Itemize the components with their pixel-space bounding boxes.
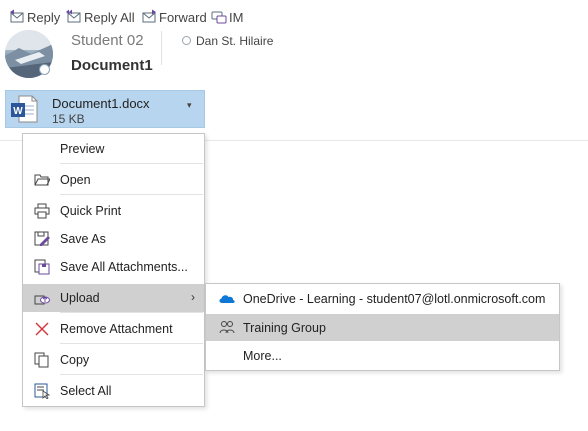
open-folder-icon bbox=[34, 174, 50, 186]
reading-toolbar: Reply Reply All Forward IM bbox=[0, 0, 588, 32]
header-divider bbox=[161, 31, 162, 65]
im-icon bbox=[211, 11, 227, 24]
save-all-icon bbox=[34, 259, 50, 275]
submenu-item-onedrive[interactable]: OneDrive - Learning - student07@lotl.onm… bbox=[206, 285, 559, 312]
menu-item-select-all[interactable]: Select All bbox=[23, 377, 204, 405]
forward-label: Forward bbox=[159, 9, 207, 25]
select-all-icon bbox=[34, 383, 50, 399]
menu-separator bbox=[60, 312, 203, 313]
im-button[interactable]: IM bbox=[211, 8, 243, 26]
menu-separator bbox=[60, 194, 203, 195]
attachment-name: Document1.docx bbox=[52, 96, 150, 111]
im-label: IM bbox=[229, 9, 244, 25]
recipient-presence-icon bbox=[182, 36, 191, 45]
menu-item-label: Copy bbox=[60, 353, 90, 367]
menu-separator bbox=[60, 343, 203, 344]
menu-item-label: Save As bbox=[60, 232, 106, 246]
reply-all-icon bbox=[66, 9, 81, 23]
printer-icon bbox=[34, 203, 50, 219]
menu-item-label: Preview bbox=[60, 142, 105, 156]
submenu-item-more[interactable]: More... bbox=[206, 342, 559, 369]
menu-item-open[interactable]: Open bbox=[23, 166, 204, 194]
sender-name[interactable]: Student 02 bbox=[71, 32, 144, 49]
menu-item-label: Open bbox=[60, 173, 91, 187]
presence-indicator bbox=[39, 64, 50, 75]
reply-label: Reply bbox=[27, 9, 61, 25]
reply-icon bbox=[10, 9, 24, 23]
svg-text:W: W bbox=[13, 106, 23, 117]
submenu-arrow-icon: › bbox=[191, 290, 195, 304]
group-people-icon bbox=[219, 321, 235, 334]
message-subject: Document1 bbox=[71, 57, 153, 74]
remove-x-icon bbox=[35, 322, 49, 336]
save-as-icon bbox=[34, 231, 50, 246]
recipient-name[interactable]: Dan St. Hilaire bbox=[196, 34, 273, 48]
submenu-item-label: More... bbox=[243, 349, 282, 363]
menu-item-remove-attachment[interactable]: Remove Attachment bbox=[23, 315, 204, 343]
menu-item-label: Save All Attachments... bbox=[60, 260, 188, 274]
attachment-size: 15 KB bbox=[52, 112, 85, 126]
onedrive-cloud-icon bbox=[219, 295, 235, 303]
menu-item-copy[interactable]: Copy bbox=[23, 346, 204, 374]
menu-item-label: Remove Attachment bbox=[60, 322, 173, 336]
menu-item-save-as[interactable]: Save As bbox=[23, 225, 204, 253]
submenu-item-label: Training Group bbox=[243, 321, 326, 335]
menu-separator bbox=[60, 374, 203, 375]
submenu-item-training-group[interactable]: Training Group bbox=[206, 314, 559, 341]
reply-all-button[interactable]: Reply All bbox=[66, 8, 135, 26]
menu-item-quick-print[interactable]: Quick Print bbox=[23, 197, 204, 225]
forward-button[interactable]: Forward bbox=[141, 8, 207, 26]
submenu-item-label: OneDrive - Learning - student07@lotl.onm… bbox=[243, 292, 546, 306]
forward-icon bbox=[142, 9, 156, 23]
reply-all-label: Reply All bbox=[84, 9, 135, 25]
word-doc-icon: W bbox=[11, 95, 38, 123]
attachment-dropdown-icon[interactable]: ▾ bbox=[187, 100, 192, 111]
menu-item-save-all-attachments[interactable]: Save All Attachments... bbox=[23, 253, 204, 281]
menu-item-label: Select All bbox=[60, 384, 112, 398]
menu-separator bbox=[60, 163, 203, 164]
menu-item-label: Upload bbox=[60, 291, 100, 305]
reply-button[interactable]: Reply bbox=[9, 8, 60, 26]
menu-item-upload[interactable]: Upload › bbox=[23, 284, 204, 312]
upload-icon bbox=[34, 295, 50, 305]
menu-item-preview[interactable]: Preview bbox=[23, 135, 204, 163]
menu-item-label: Quick Print bbox=[60, 204, 122, 218]
copy-icon bbox=[34, 352, 49, 368]
